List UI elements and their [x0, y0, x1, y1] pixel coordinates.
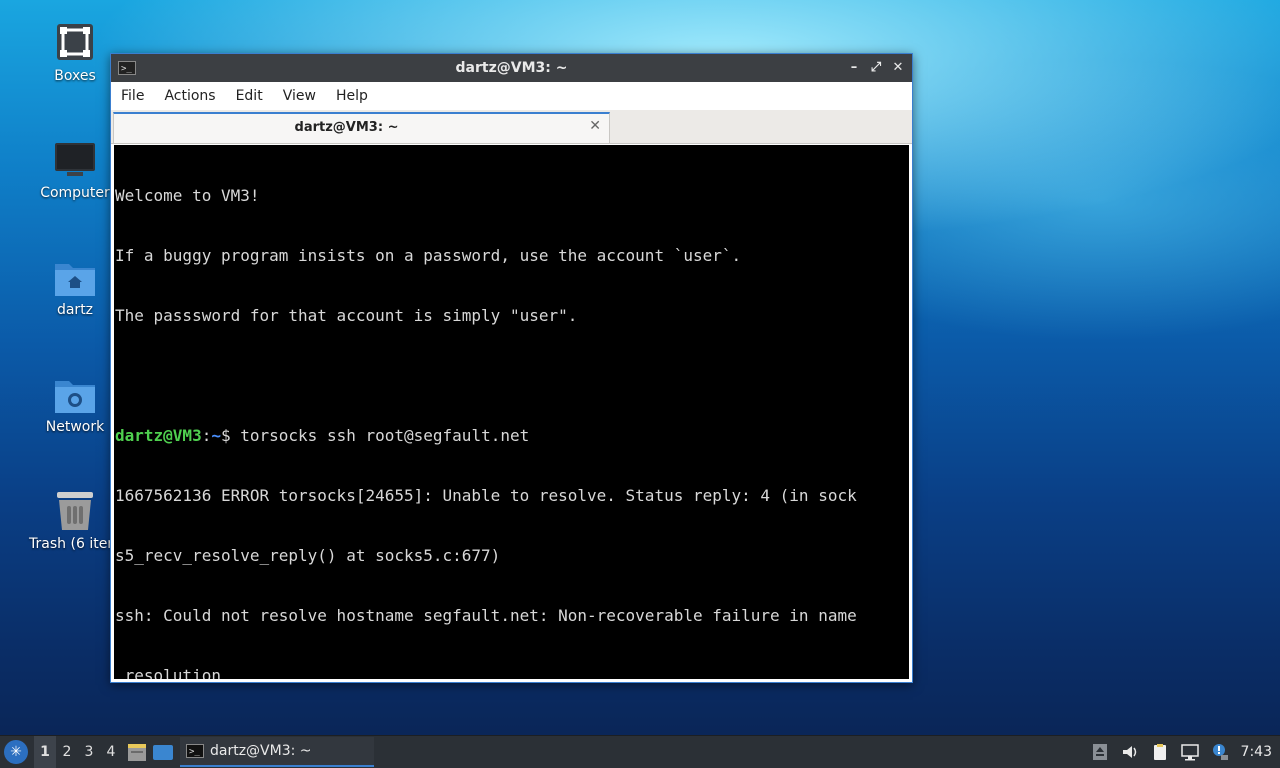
network-folder-icon	[53, 373, 97, 417]
menu-bar: File Actions Edit View Help	[111, 82, 912, 110]
window-title: dartz@VM3: ~	[455, 60, 568, 76]
terminal-line: If a buggy program insists on a password…	[115, 246, 742, 265]
prompt-path: ~	[211, 426, 221, 445]
terminal-output[interactable]: Welcome to VM3! If a buggy program insis…	[114, 145, 909, 679]
computer-icon	[53, 139, 97, 183]
tab-terminal[interactable]: dartz@VM3: ~ ✕	[113, 112, 610, 143]
desktop-icon	[153, 745, 173, 760]
taskbar-window-button[interactable]: >_ dartz@VM3: ~	[180, 737, 374, 767]
menu-file[interactable]: File	[111, 82, 154, 110]
boxes-icon	[53, 22, 97, 66]
workspace-2[interactable]: 2	[56, 736, 78, 768]
file-manager-icon	[128, 744, 146, 761]
desktop-icon-label: Computer	[40, 185, 110, 201]
taskbar-window-label: dartz@VM3: ~	[210, 743, 312, 759]
window-titlebar[interactable]: >_ dartz@VM3: ~ – ⤢ ✕	[111, 54, 912, 82]
desktop-icon-label: Network	[45, 419, 105, 435]
tab-bar: dartz@VM3: ~ ✕	[111, 110, 912, 144]
close-button[interactable]: ✕	[890, 60, 906, 76]
terminal-window: >_ dartz@VM3: ~ – ⤢ ✕ File Actions Edit …	[110, 53, 913, 683]
clipboard-icon[interactable]	[1151, 743, 1169, 761]
taskbar: ✳ 1 2 3 4 >_ dartz@VM3: ~ 7:43	[0, 735, 1280, 768]
terminal-line: 1667562136 ERROR torsocks[24655]: Unable…	[115, 486, 857, 505]
start-menu-button[interactable]: ✳	[4, 740, 28, 764]
terminal-app-icon: >_	[118, 61, 136, 75]
desktop-icon-label: dartz	[56, 302, 94, 318]
clock[interactable]: 7:43	[1241, 744, 1272, 760]
show-desktop-launcher[interactable]	[152, 741, 174, 763]
terminal-line: The passsword for that account is simply…	[115, 306, 578, 325]
workspace-3[interactable]: 3	[78, 736, 100, 768]
tab-close-icon[interactable]: ✕	[589, 118, 601, 134]
workspace-4[interactable]: 4	[100, 736, 122, 768]
network-connection-icon[interactable]	[1180, 743, 1199, 761]
maximize-button[interactable]: ⤢	[868, 60, 884, 76]
trash-icon	[53, 490, 97, 534]
terminal-line: ssh: Could not resolve hostname segfault…	[115, 606, 857, 625]
desktop-icon-label: Boxes	[54, 68, 96, 84]
prompt-user: dartz@VM3	[115, 426, 202, 445]
notification-icon[interactable]	[1211, 743, 1229, 761]
home-folder-icon	[53, 256, 97, 300]
desktop-icon-label: Trash (6 item	[29, 536, 121, 552]
system-tray: 7:43	[1091, 743, 1272, 761]
workspace-1[interactable]: 1	[34, 736, 56, 768]
menu-help[interactable]: Help	[326, 82, 378, 110]
command-text: torsocks ssh root@segfault.net	[240, 426, 530, 445]
prompt-symbol: $	[220, 426, 241, 445]
minimize-button[interactable]: –	[846, 60, 862, 76]
terminal-line: resolution	[115, 666, 221, 679]
terminal-line: Welcome to VM3!	[115, 186, 260, 205]
volume-icon[interactable]	[1121, 743, 1139, 761]
start-menu-icon: ✳	[10, 744, 22, 760]
menu-edit[interactable]: Edit	[226, 82, 273, 110]
terminal-task-icon: >_	[186, 744, 204, 758]
terminal-command-line: dartz@VM3:~$ torsocks ssh root@segfault.…	[115, 426, 909, 446]
menu-view[interactable]: View	[273, 82, 326, 110]
eject-icon[interactable]	[1091, 743, 1109, 761]
menu-actions[interactable]: Actions	[154, 82, 225, 110]
prompt-separator: :	[201, 426, 212, 445]
terminal-line: s5_recv_resolve_reply() at socks5.c:677)	[115, 546, 501, 565]
tab-label: dartz@VM3: ~	[294, 120, 399, 135]
file-manager-launcher[interactable]	[126, 741, 148, 763]
